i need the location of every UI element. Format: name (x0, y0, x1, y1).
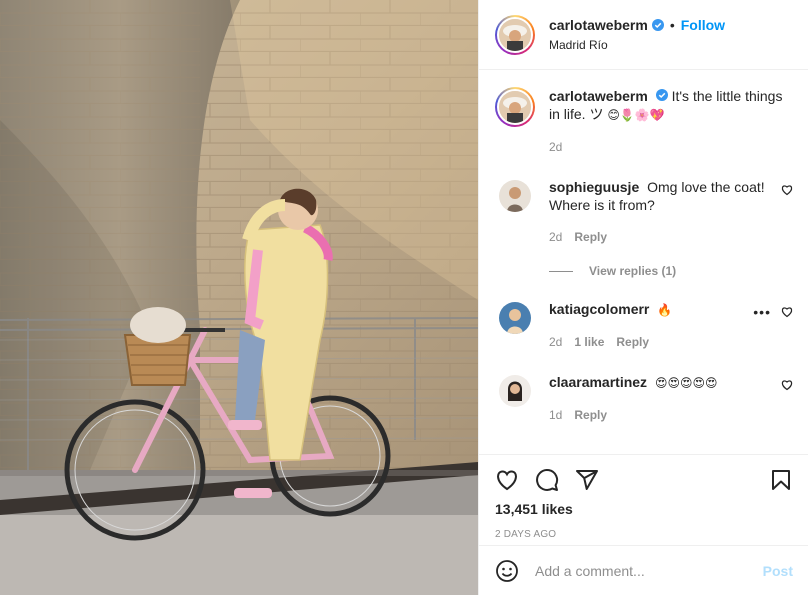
author-row: carlotaweberm • Follow (549, 17, 725, 33)
caption-emojis: 😊🌷🌸💖 (607, 108, 665, 122)
more-options-icon[interactable]: ••• (753, 304, 771, 320)
caption: carlotaweberm It's the little things in … (495, 87, 793, 156)
reply-button[interactable]: Reply (616, 333, 649, 351)
heart-icon[interactable] (495, 468, 519, 492)
comment-icon[interactable] (535, 468, 559, 492)
emoji-icon[interactable] (495, 559, 519, 583)
add-comment-bar: Post (479, 545, 808, 595)
post-actions: 13,451 likes 2 DAYS AGO (479, 454, 808, 540)
comment-input[interactable] (535, 562, 763, 579)
comment-like-heart-icon[interactable] (781, 379, 793, 391)
caption-avatar[interactable] (495, 87, 535, 127)
replies-divider (549, 270, 573, 272)
caption-meta: 2d (549, 138, 793, 156)
view-replies-label: View replies (1) (589, 264, 677, 278)
comment-like-heart-icon[interactable] (781, 306, 793, 318)
comment-body: claaramartinez 😍😍😍😍😍 1d Reply (549, 373, 769, 424)
commenter-avatar[interactable] (499, 375, 531, 407)
header-text: carlotaweberm • Follow Madrid Río (549, 17, 725, 52)
comment-username[interactable]: katiagcolomerr (549, 301, 649, 317)
author-username[interactable]: carlotaweberm (549, 17, 648, 33)
reply-button[interactable]: Reply (574, 228, 607, 246)
verified-badge-icon (651, 19, 664, 31)
instagram-post: carlotaweberm • Follow Madrid Río carlot… (0, 0, 808, 595)
post-photo[interactable] (0, 0, 478, 595)
comment-like-heart-icon[interactable] (781, 184, 793, 196)
comment-item: katiagcolomerr 🔥 2d 1 like Reply ••• (495, 300, 793, 351)
comment-text: 🔥 (657, 303, 673, 317)
verified-badge-icon (655, 89, 668, 101)
caption-body: carlotaweberm It's the little things in … (549, 87, 793, 156)
avatar-image (497, 89, 533, 125)
comment-username[interactable]: claaramartinez (549, 374, 647, 390)
comment-item: sophieguusje Omg love the coat! Where is… (495, 178, 793, 246)
share-icon[interactable] (575, 468, 599, 492)
comment-text: 😍😍😍😍😍 (654, 376, 718, 390)
comment-meta: 1d Reply (549, 406, 769, 424)
comment-meta: 2d 1 like Reply (549, 333, 769, 351)
author-avatar[interactable] (495, 14, 535, 55)
likes-count[interactable]: 13,451 likes (495, 501, 793, 517)
comments-list[interactable]: carlotaweberm It's the little things in … (479, 71, 808, 454)
post-location[interactable]: Madrid Río (549, 38, 725, 52)
comment-age[interactable]: 2d (549, 333, 562, 351)
reply-button[interactable]: Reply (574, 406, 607, 424)
comment-username[interactable]: sophieguusje (549, 179, 639, 195)
avatar-image (497, 16, 533, 53)
post-header: carlotaweberm • Follow Madrid Río (479, 0, 808, 70)
comment-age[interactable]: 1d (549, 406, 562, 424)
view-replies-button[interactable]: View replies (1) (549, 264, 793, 278)
post-date[interactable]: 2 DAYS AGO (495, 529, 793, 540)
photo-illustration (0, 0, 478, 595)
separator-dot: • (669, 17, 675, 33)
post-side-panel: carlotaweberm • Follow Madrid Río carlot… (478, 0, 808, 595)
comment-body: sophieguusje Omg love the coat! Where is… (549, 178, 769, 246)
post-comment-button[interactable]: Post (763, 563, 793, 579)
commenter-avatar[interactable] (499, 180, 531, 212)
comment-age[interactable]: 2d (549, 228, 562, 246)
caption-age[interactable]: 2d (549, 138, 562, 156)
comment-likes[interactable]: 1 like (574, 333, 604, 351)
action-icons (495, 461, 793, 499)
comment-meta: 2d Reply (549, 228, 769, 246)
commenter-avatar[interactable] (499, 302, 531, 334)
comment-item: claaramartinez 😍😍😍😍😍 1d Reply (495, 373, 793, 424)
caption-username[interactable]: carlotaweberm (549, 88, 648, 104)
follow-button[interactable]: Follow (681, 17, 725, 33)
bookmark-icon[interactable] (769, 468, 793, 492)
comment-body: katiagcolomerr 🔥 2d 1 like Reply (549, 300, 769, 351)
